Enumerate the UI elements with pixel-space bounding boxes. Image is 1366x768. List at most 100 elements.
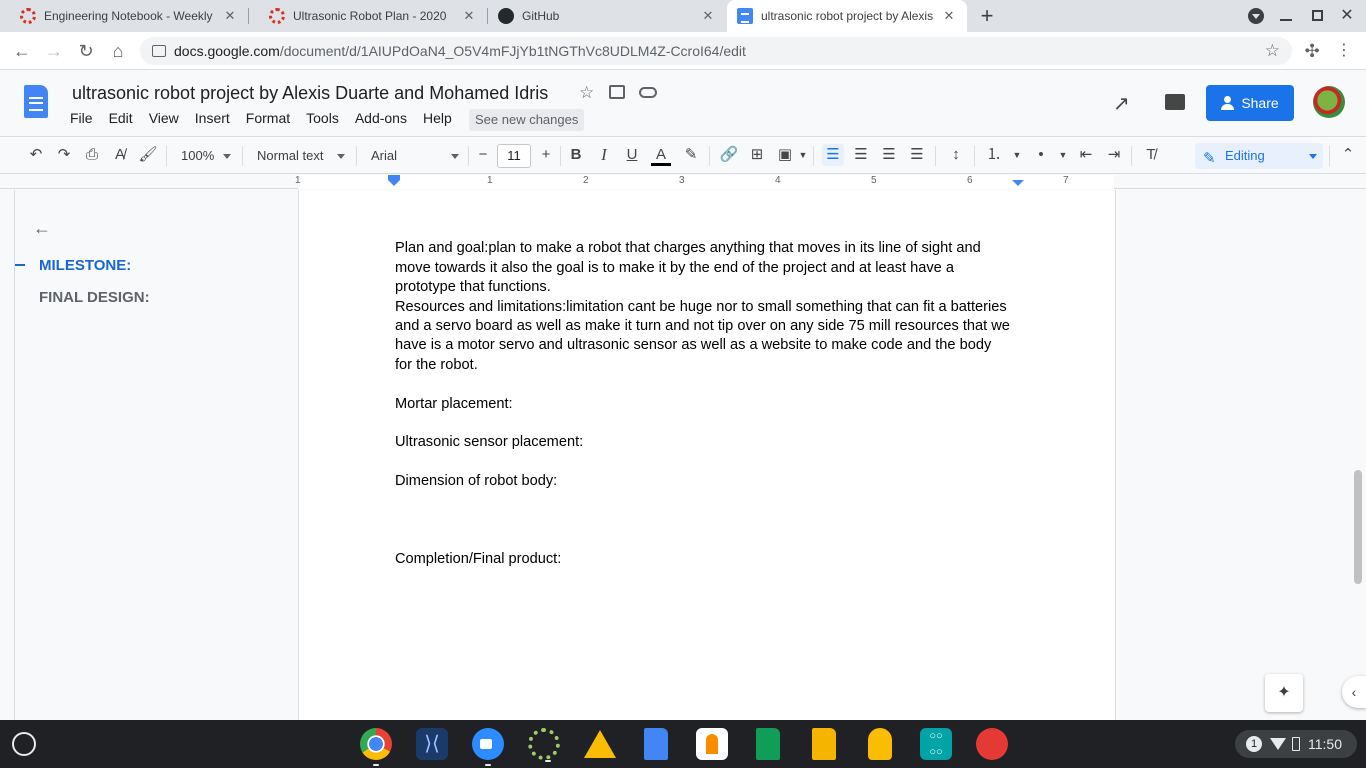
dotted-circle-app-icon[interactable] [528,728,560,762]
align-left-icon[interactable]: ☰ [822,144,844,166]
close-icon[interactable]: ✕ [461,8,477,24]
tab-ultrasonic-robot-plan[interactable]: Ultrasonic Robot Plan - 2020 ✕ [249,0,487,32]
illuminate-app-icon[interactable] [696,728,728,760]
running-indicator [373,764,379,766]
insert-link-icon[interactable]: 🔗 [718,144,740,166]
clear-formatting-icon[interactable]: T̸ [1140,144,1162,166]
document-page[interactable]: Plan and goal:plan to make a robot that … [298,190,1116,720]
document-title[interactable]: ultrasonic robot project by Alexis Duart… [72,83,548,104]
outline-item-final-design[interactable]: FINAL DESIGN: [39,289,150,306]
chevron-down-icon[interactable]: ▼ [1052,144,1074,166]
google-drive-app-icon[interactable] [584,730,616,758]
google-docs-app-icon[interactable] [644,728,668,760]
close-icon[interactable]: ✕ [700,8,716,24]
activity-trend-icon[interactable]: ↗ [1113,91,1130,116]
launcher-icon[interactable] [12,732,36,756]
menu-insert[interactable]: Insert [195,110,230,126]
tab-ultrasonic-robot-project[interactable]: ultrasonic robot project by Alexis ✕ [727,0,967,32]
move-to-folder-icon[interactable] [609,85,625,99]
bulleted-list-icon[interactable]: • [1030,144,1052,166]
redo-icon[interactable]: ↷ [53,144,75,166]
italic-icon[interactable]: I [593,144,615,166]
toolbar-divider [1131,146,1132,166]
code-org-app-icon[interactable]: ○○ ○○ [920,728,952,760]
spellcheck-icon[interactable]: A̸ [109,144,131,166]
editing-mode-select[interactable]: ✎ Editing [1195,143,1323,169]
close-icon[interactable]: ✕ [941,8,957,24]
font-select[interactable]: Arial [371,145,459,167]
extensions-puzzle-icon[interactable]: ✣ [1300,39,1324,63]
menu-help[interactable]: Help [423,110,452,126]
share-button[interactable]: Share [1206,85,1294,121]
align-right-icon[interactable]: ☰ [878,144,900,166]
tab-search-icon[interactable] [1248,8,1264,24]
back-arrow-icon[interactable]: ← [33,218,51,239]
back-arrow-icon[interactable]: ← [10,39,34,63]
cloud-status-icon[interactable] [639,87,657,98]
vertical-scrollbar[interactable] [1354,470,1362,584]
google-sheets-app-icon[interactable] [756,728,780,760]
forward-arrow-icon[interactable]: → [42,39,66,63]
see-new-changes-button[interactable]: See new changes [469,109,585,131]
style-select[interactable]: Normal text [257,145,345,167]
outline-item-milestone[interactable]: MILESTONE: [39,257,131,274]
google-keep-app-icon[interactable] [868,728,892,760]
numbered-list-icon[interactable]: ⒈ [983,144,1005,166]
star-icon[interactable]: ☆ [579,83,594,103]
toolbar-divider [1329,146,1330,166]
close-window-icon[interactable]: ✕ [1338,6,1356,26]
menu-format[interactable]: Format [246,110,290,126]
home-icon[interactable]: ⌂ [106,39,130,63]
chrome-app-icon[interactable] [360,728,392,766]
print-icon[interactable]: ⎙ [81,144,103,166]
decrease-font-size-icon[interactable]: − [472,144,494,166]
left-indent-marker[interactable] [388,180,400,186]
paint-format-icon[interactable]: 🖌 [137,144,159,166]
chevron-down-icon[interactable]: ▼ [1006,144,1028,166]
explore-sparkle-icon[interactable]: ✦ [1265,674,1303,712]
avatar[interactable] [1313,86,1345,118]
restore-icon[interactable] [1312,10,1323,21]
undo-icon[interactable]: ↶ [25,144,47,166]
comment-icon[interactable] [1165,94,1185,110]
add-comment-icon[interactable]: ⊞ [746,144,768,166]
line-spacing-icon[interactable]: ↕ [945,144,967,166]
increase-font-size-icon[interactable]: + [535,144,557,166]
align-center-icon[interactable]: ☰ [850,144,872,166]
tab-engineering-notebook[interactable]: Engineering Notebook - Weekly ✕ [0,0,248,32]
tab-github[interactable]: GitHub ✕ [478,0,726,32]
reload-icon[interactable]: ↻ [74,39,98,63]
minimize-icon[interactable] [1280,19,1292,21]
status-tray[interactable]: 1 11:50 [1235,730,1357,758]
underline-icon[interactable]: U [621,144,643,166]
font-size-input[interactable]: 11 [497,144,531,168]
bookmark-star-icon[interactable]: ☆ [1265,41,1280,61]
red-circle-app-icon[interactable] [976,728,1008,760]
menu-view[interactable]: View [149,110,179,126]
align-justify-icon[interactable]: ☰ [906,144,928,166]
menu-add-ons[interactable]: Add-ons [355,110,407,126]
menu-edit[interactable]: Edit [109,110,133,126]
menu-tools[interactable]: Tools [306,110,339,126]
tab-title: Ultrasonic Robot Plan - 2020 [293,9,447,23]
google-docs-logo-icon[interactable] [24,85,48,118]
site-info-icon[interactable] [152,45,166,57]
highlight-color-icon[interactable]: ✎ [680,144,702,166]
right-indent-marker[interactable] [1012,180,1024,186]
google-slides-app-icon[interactable] [812,728,836,760]
more-menu-icon[interactable]: ⋮ [1332,39,1356,63]
chevron-down-icon[interactable]: ▼ [792,144,814,166]
text-color-icon[interactable]: A [650,144,672,166]
side-panel-chevron-left-icon[interactable]: ‹ [1342,676,1366,708]
new-tab-button[interactable]: + [976,4,998,28]
decrease-indent-icon[interactable]: ⇤ [1075,144,1097,166]
increase-indent-icon[interactable]: ⇥ [1103,144,1125,166]
bold-icon[interactable]: B [565,144,587,166]
zoom-app-icon[interactable] [472,728,504,766]
remote-desktop-app-icon[interactable]: ⟩⟨ [416,728,448,760]
address-bar[interactable]: docs.google.com/document/d/1AIUPdOaN4_O5… [140,37,1292,65]
hide-menus-chevron-up-icon[interactable]: ⌃ [1337,144,1359,166]
menu-file[interactable]: File [70,110,93,126]
zoom-select[interactable]: 100% [181,145,231,167]
close-icon[interactable]: ✕ [222,8,238,24]
